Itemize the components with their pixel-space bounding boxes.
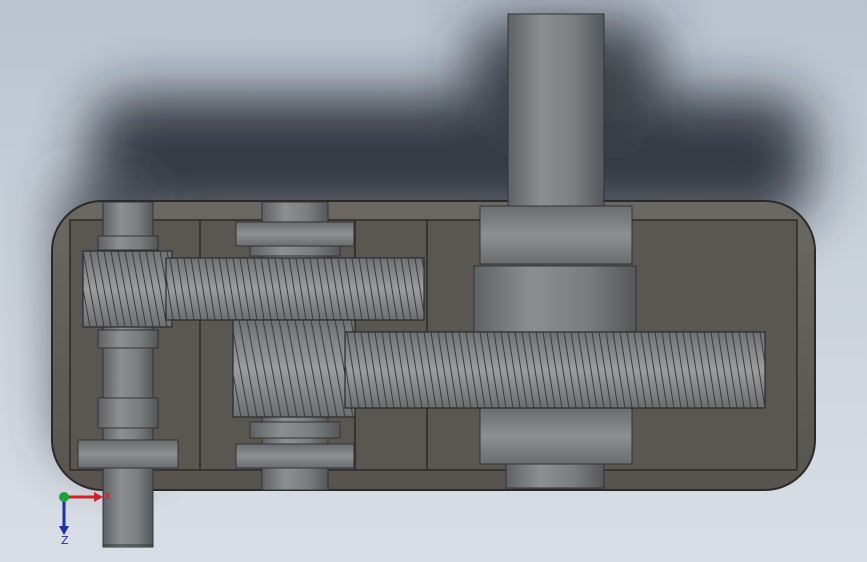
intermediate-pinion-gear[interactable] xyxy=(232,319,356,418)
input-pinion-gear[interactable] xyxy=(82,250,173,328)
output-gear[interactable] xyxy=(344,331,766,409)
x-axis-arrow xyxy=(64,492,103,502)
y-axis-indicator xyxy=(59,492,69,502)
x-axis-label: X xyxy=(104,490,112,503)
coordinate-triad: X Z xyxy=(59,490,112,546)
intermediate-gear-large[interactable] xyxy=(165,257,425,321)
cad-viewport[interactable] xyxy=(0,0,867,562)
z-axis-arrow xyxy=(59,497,69,535)
z-axis-label: Z xyxy=(61,534,69,546)
